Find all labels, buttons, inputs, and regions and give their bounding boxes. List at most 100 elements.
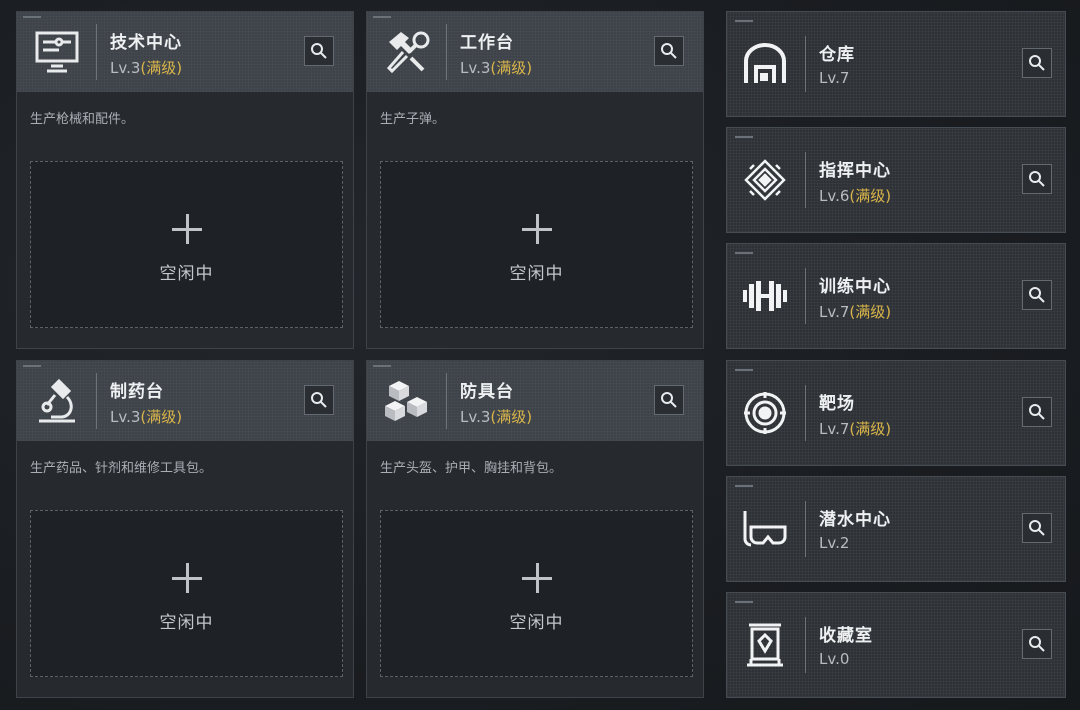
workbench-title: 防具台: [460, 382, 514, 402]
facility-level: Lv.7(满级): [819, 418, 891, 439]
workbench-level: Lv.3(满级): [460, 57, 532, 78]
facility-card-diving[interactable]: 潜水中心 Lv.2: [726, 476, 1066, 582]
header-marker: [23, 365, 41, 367]
facility-title: 训练中心: [819, 277, 891, 297]
production-slot[interactable]: 空闲中: [30, 510, 343, 677]
card-header: 制药台 Lv.3(满级): [17, 361, 353, 441]
search-icon: [661, 392, 677, 408]
header-marker: [735, 252, 753, 254]
inspect-button[interactable]: [1022, 164, 1052, 194]
inspect-button[interactable]: [304, 385, 334, 415]
diving-mask-icon: [739, 503, 791, 555]
workbench-level: Lv.3(满级): [110, 406, 182, 427]
level-value: Lv.3: [460, 59, 491, 77]
header-divider: [805, 617, 806, 673]
level-value: Lv.2: [819, 534, 850, 552]
workbench-card-armor[interactable]: 防具台 Lv.3(满级) 生产头盔、护甲、胸挂和背包。 空闲中: [366, 360, 704, 698]
slot-status: 空闲中: [509, 613, 564, 633]
max-level-tag: (满级): [849, 420, 892, 438]
workbench-description: 生产药品、针剂和维修工具包。: [30, 461, 213, 476]
facility-level: Lv.7(满级): [819, 301, 891, 322]
max-level-tag: (满级): [490, 59, 533, 77]
facility-title: 靶场: [819, 394, 855, 414]
workbench-card-tech[interactable]: 技术中心 Lv.3(满级) 生产枪械和配件。 空闲中: [16, 11, 354, 349]
facility-card-warehouse[interactable]: 仓库 Lv.7: [726, 11, 1066, 117]
card-header: 防具台 Lv.3(满级): [367, 361, 703, 441]
stacked-boxes-icon: [381, 375, 433, 427]
inspect-button[interactable]: [654, 36, 684, 66]
header-marker: [373, 16, 391, 18]
workbench-title: 制药台: [110, 382, 164, 402]
workbench-card-workbench[interactable]: 工作台 Lv.3(满级) 生产子弹。 空闲中: [366, 11, 704, 349]
search-icon: [1029, 55, 1045, 71]
slot-status: 空闲中: [159, 613, 214, 633]
facility-title: 指挥中心: [819, 161, 891, 181]
search-icon: [1029, 520, 1045, 536]
header-divider: [805, 36, 806, 92]
inspect-button[interactable]: [304, 36, 334, 66]
level-value: Lv.7: [819, 420, 850, 438]
facility-title: 仓库: [819, 45, 855, 65]
max-level-tag: (满级): [140, 59, 183, 77]
workbench-level: Lv.3(满级): [110, 57, 182, 78]
workbench-description: 生产枪械和配件。: [30, 112, 135, 127]
card-header: 工作台 Lv.3(满级): [367, 12, 703, 92]
search-icon: [311, 43, 327, 59]
workbench-description: 生产子弹。: [380, 112, 446, 127]
search-icon: [1029, 404, 1045, 420]
level-value: Lv.3: [110, 59, 141, 77]
plus-icon: [171, 563, 202, 593]
computer-circuit-icon: [31, 26, 83, 78]
max-level-tag: (满级): [490, 408, 533, 426]
production-slot[interactable]: 空闲中: [30, 161, 343, 328]
facility-level: Lv.7: [819, 69, 849, 87]
level-value: Lv.3: [110, 408, 141, 426]
header-divider: [805, 268, 806, 324]
header-marker: [735, 136, 753, 138]
max-level-tag: (满级): [849, 187, 892, 205]
search-icon: [1029, 636, 1045, 652]
facility-card-range[interactable]: 靶场 Lv.7(满级): [726, 360, 1066, 466]
inspect-button[interactable]: [654, 385, 684, 415]
slot-status: 空闲中: [509, 264, 564, 284]
target-icon: [739, 387, 791, 439]
inspect-button[interactable]: [1022, 513, 1052, 543]
display-case-icon: [739, 619, 791, 671]
warehouse-icon: [739, 38, 791, 90]
inspect-button[interactable]: [1022, 280, 1052, 310]
plus-icon: [521, 563, 552, 593]
facility-title: 潜水中心: [819, 510, 891, 530]
production-slot[interactable]: 空闲中: [380, 510, 693, 677]
search-icon: [1029, 287, 1045, 303]
header-divider: [446, 24, 447, 80]
inspect-button[interactable]: [1022, 397, 1052, 427]
header-divider: [446, 373, 447, 429]
header-marker: [23, 16, 41, 18]
header-divider: [805, 385, 806, 441]
search-icon: [661, 43, 677, 59]
facility-card-command[interactable]: 指挥中心 Lv.6(满级): [726, 127, 1066, 233]
max-level-tag: (满级): [140, 408, 183, 426]
command-emblem-icon: [739, 154, 791, 206]
header-divider: [805, 152, 806, 208]
facility-card-collection[interactable]: 收藏室 Lv.0: [726, 592, 1066, 698]
header-divider: [96, 24, 97, 80]
facility-level: Lv.0: [819, 650, 849, 668]
search-icon: [311, 392, 327, 408]
production-slot[interactable]: 空闲中: [380, 161, 693, 328]
inspect-button[interactable]: [1022, 48, 1052, 78]
workbench-title: 工作台: [460, 33, 514, 53]
facility-title: 收藏室: [819, 626, 873, 646]
base-facilities-screen: 技术中心 Lv.3(满级) 生产枪械和配件。 空闲中 工作台 Lv.3(满级) …: [0, 0, 1080, 710]
slot-status: 空闲中: [159, 264, 214, 284]
hammer-wrench-icon: [381, 26, 433, 78]
header-divider: [805, 501, 806, 557]
workbench-card-pharmacy[interactable]: 制药台 Lv.3(满级) 生产药品、针剂和维修工具包。 空闲中: [16, 360, 354, 698]
header-marker: [735, 601, 753, 603]
level-value: Lv.0: [819, 650, 850, 668]
inspect-button[interactable]: [1022, 629, 1052, 659]
max-level-tag: (满级): [849, 303, 892, 321]
facility-card-training[interactable]: 训练中心 Lv.7(满级): [726, 243, 1066, 349]
header-marker: [373, 365, 391, 367]
level-value: Lv.6: [819, 187, 850, 205]
